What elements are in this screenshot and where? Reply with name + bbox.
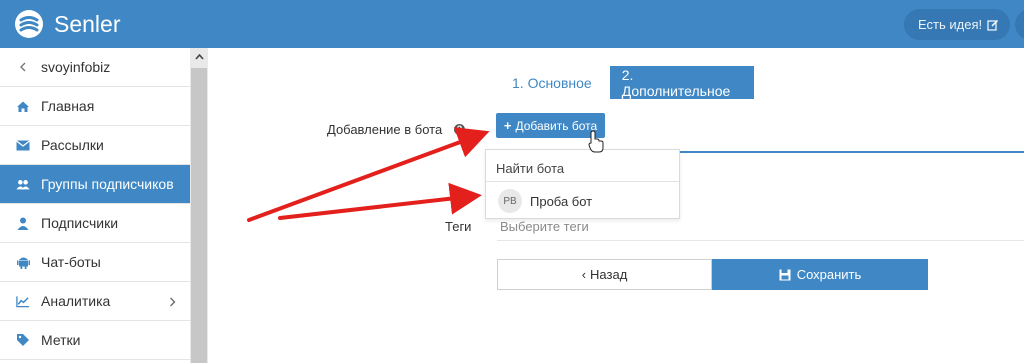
sidebar-item-label: Группы подписчиков [41,176,174,192]
sidebar-item-label: Чат-боты [41,254,101,270]
save-button[interactable]: Сохранить [712,259,928,290]
tags-select[interactable]: Выберите теги [497,210,1024,241]
wizard-tabs: 1. Основное 2. Дополнительное [500,66,754,99]
header-extra-button[interactable] [1015,9,1024,40]
sidebar-item-subscribers[interactable]: Подписчики [0,204,190,243]
sidebar-item-analytics[interactable]: Аналитика [0,282,190,321]
sidebar-item-tags[interactable]: Метки [0,321,190,360]
back-button-label: Назад [590,267,628,282]
android-icon [16,255,30,269]
sidebar-item-label: Метки [41,332,81,348]
help-icon[interactable]: ? [454,124,465,135]
back-button[interactable]: ‹ Назад [497,259,712,290]
red-arrow-to-add-bot [247,127,490,222]
bot-search-input[interactable]: Найти бота [486,150,679,182]
line-chart-icon [16,294,30,308]
tag-icon [16,333,30,347]
envelope-icon [16,138,30,152]
sidebar-item-label: Аналитика [41,293,111,309]
edit-icon [987,19,999,31]
user-icon [16,216,30,230]
home-icon [16,99,30,113]
tab-basic[interactable]: 1. Основное [500,66,604,99]
sidebar-back-item[interactable]: svoyinfobiz [0,48,190,87]
bot-option-name: Проба бот [530,193,593,209]
chevron-left-icon: ‹ [581,267,587,282]
add-bot-button-label: Добавить бота [515,118,598,133]
select-underline [680,151,1024,153]
save-button-label: Сохранить [796,267,862,282]
idea-label: Есть идея! [918,17,983,32]
tags-label: Теги [445,219,472,234]
idea-button[interactable]: Есть идея! [904,9,1010,40]
chevron-right-icon [169,294,176,310]
plus-icon: + [503,118,512,133]
senler-logo-icon [15,10,43,38]
tab-additional[interactable]: 2. Дополнительное [609,66,754,99]
sidebar-item-subscriber-groups[interactable]: Группы подписчиков [0,165,190,204]
add-to-bot-label: Добавление в бота [327,122,443,137]
add-bot-button[interactable]: + Добавить бота [496,113,605,138]
sidebar-item-chatbots[interactable]: Чат-боты [0,243,190,282]
scrollbar-thumb[interactable] [191,68,207,363]
brand-name: Senler [54,10,121,37]
red-arrow-to-bot-option [278,182,482,220]
scroll-up-arrow-icon[interactable] [190,48,208,66]
top-bar: Senler Есть идея! [0,0,1024,48]
sidebar-item-label: Подписчики [41,215,119,231]
sidebar-item-home[interactable]: Главная [0,87,190,126]
bot-dropdown: Найти бота PB Проба бот [485,149,680,219]
chevron-left-icon [16,60,30,74]
floppy-disk-icon [779,269,791,280]
sidebar-back-label: svoyinfobiz [41,59,111,75]
sidebar-scrollbar[interactable] [190,48,208,363]
brand-logo[interactable]: Senler [14,6,120,42]
sidebar: svoyinfobiz Главная Рассылки Группы подп… [0,48,190,363]
users-icon [16,177,30,191]
sidebar-item-mailings[interactable]: Рассылки [0,126,190,165]
sidebar-item-label: Рассылки [41,137,104,153]
sidebar-item-label: Главная [41,98,95,114]
